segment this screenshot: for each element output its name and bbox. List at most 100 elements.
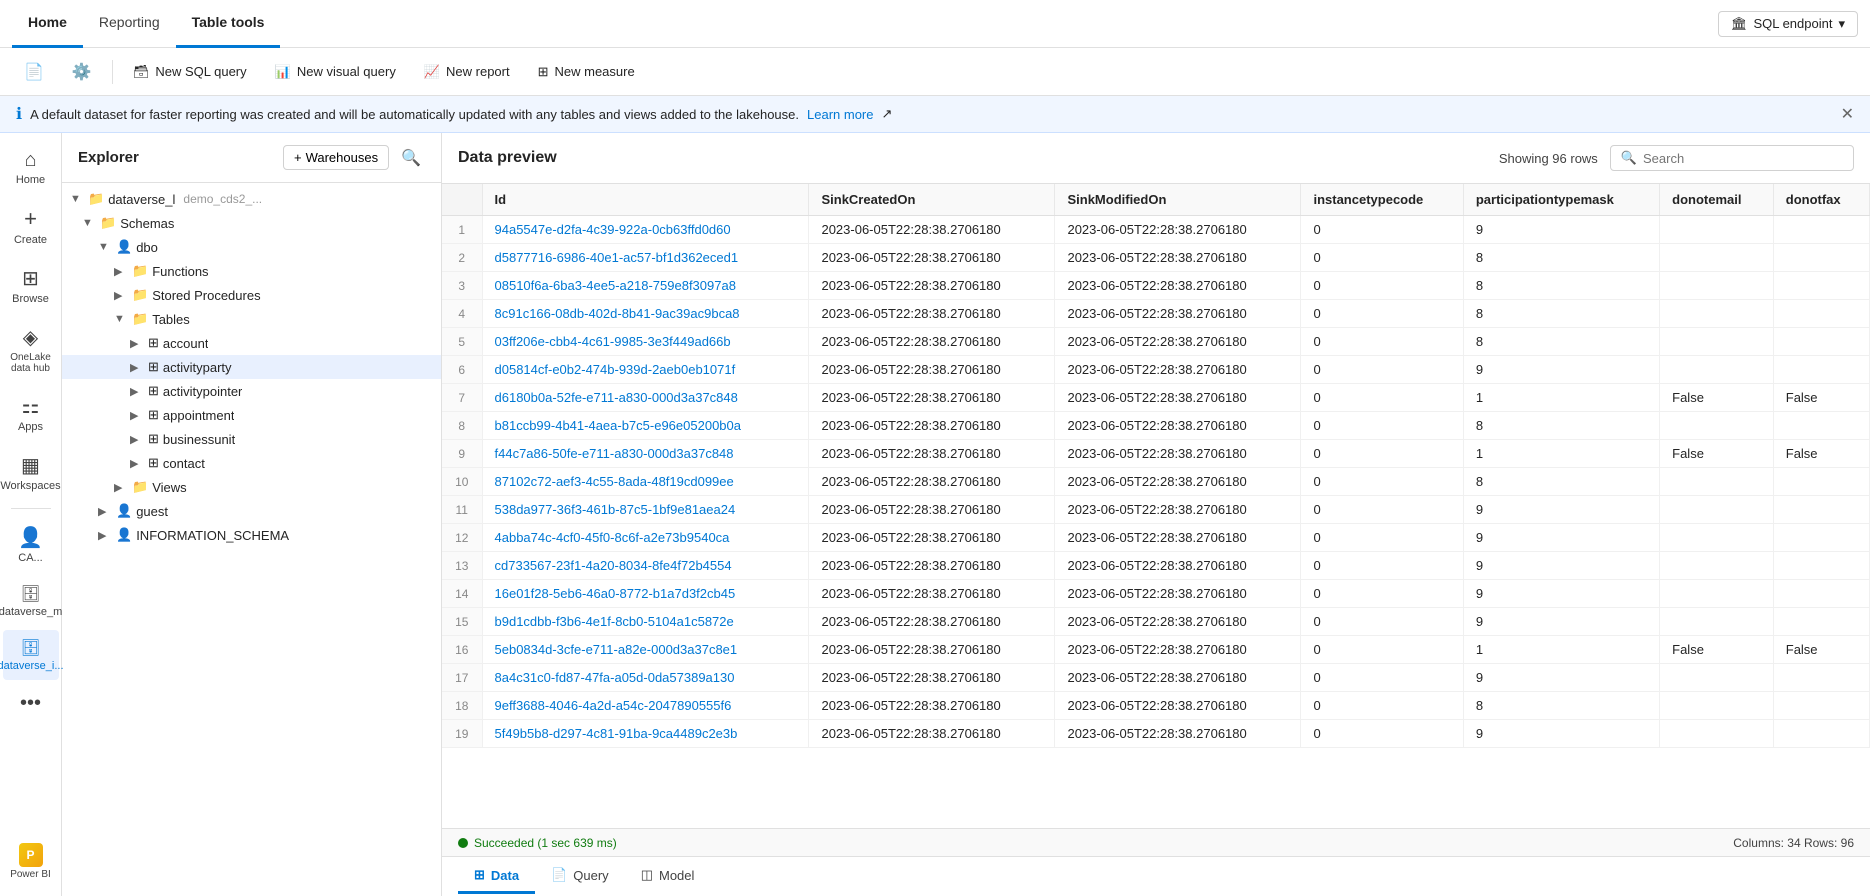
data-table-wrapper[interactable]: Id SinkCreatedOn SinkModifiedOn instance… [442, 184, 1870, 828]
model-tab-label: Model [659, 868, 694, 883]
col-header-instancetypecode[interactable]: instancetypecode [1301, 184, 1463, 216]
cell-participation: 9 [1463, 580, 1659, 608]
cell-instancetype: 0 [1301, 244, 1463, 272]
tree-item-guest[interactable]: ▶ 👤 guest [62, 499, 441, 523]
table-row[interactable]: 8 b81ccb99-4b41-4aea-b7c5-e96e05200b0a 2… [442, 412, 1870, 440]
cell-instancetype: 0 [1301, 524, 1463, 552]
cell-rownum: 3 [442, 272, 482, 300]
sidebar-item-apps[interactable]: ⚏ Apps [3, 386, 59, 441]
table-row[interactable]: 14 16e01f28-5eb6-46a0-8772-b1a7d3f2cb45 … [442, 580, 1870, 608]
search-input[interactable] [1643, 151, 1843, 166]
cell-id: 94a5547e-d2fa-4c39-922a-0cb63ffd0d60 [482, 216, 809, 244]
sidebar-item-workspaces[interactable]: ▦ Workspaces [3, 445, 59, 500]
tab-home[interactable]: Home [12, 0, 83, 48]
sidebar-item-browse[interactable]: ⊞ Browse [3, 258, 59, 313]
folder-icon: 📁 [132, 263, 148, 279]
table-icon: ⊞ [148, 431, 159, 447]
search-icon: 🔍 [1621, 150, 1637, 166]
explorer-search-icon[interactable]: 🔍 [397, 146, 425, 170]
table-row[interactable]: 18 9eff3688-4046-4a2d-a54c-2047890555f6 … [442, 692, 1870, 720]
tree-item-information-schema[interactable]: ▶ 👤 INFORMATION_SCHEMA [62, 523, 441, 547]
table-row[interactable]: 6 d05814cf-e0b2-474b-939d-2aeb0eb1071f 2… [442, 356, 1870, 384]
cell-donotfax [1773, 720, 1869, 748]
table-row[interactable]: 10 87102c72-aef3-4c55-8ada-48f19cd099ee … [442, 468, 1870, 496]
cell-donotemail [1660, 720, 1774, 748]
table-row[interactable]: 9 f44c7a86-50fe-e711-a830-000d3a37c848 2… [442, 440, 1870, 468]
tree-item-appointment[interactable]: ▶ ⊞ appointment [62, 403, 441, 427]
sidebar-item-create[interactable]: + Create [3, 198, 59, 254]
table-icon: ⊞ [148, 455, 159, 471]
table-row[interactable]: 5 03ff206e-cbb4-4c61-9985-3e3f449ad66b 2… [442, 328, 1870, 356]
tree-item-tables[interactable]: ▼ 📁 Tables [62, 307, 441, 331]
cell-participation: 8 [1463, 692, 1659, 720]
tree-item-stored-procedures[interactable]: ▶ 📁 Stored Procedures [62, 283, 441, 307]
table-row[interactable]: 1 94a5547e-d2fa-4c39-922a-0cb63ffd0d60 2… [442, 216, 1870, 244]
sidebar-item-powerbi[interactable]: P Power BI [3, 835, 59, 888]
tree-item-businessunit[interactable]: ▶ ⊞ businessunit [62, 427, 441, 451]
cell-id: d6180b0a-52fe-e711-a830-000d3a37c848 [482, 384, 809, 412]
tree-item-activityparty[interactable]: ▶ ⊞ activityparty [62, 355, 441, 379]
cell-id: 5eb0834d-3cfe-e711-a82e-000d3a37c8e1 [482, 636, 809, 664]
cell-donotfax [1773, 356, 1869, 384]
cell-participation: 9 [1463, 552, 1659, 580]
folder-icon: 📁 [100, 215, 116, 231]
tree-item-contact[interactable]: ▶ ⊞ contact [62, 451, 441, 475]
table-row[interactable]: 17 8a4c31c0-fd87-47fa-a05d-0da57389a130 … [442, 664, 1870, 692]
tree-label2-root: demo_cds2_... [183, 192, 262, 206]
data-preview-header: Data preview Showing 96 rows 🔍 [442, 133, 1870, 184]
sidebar-item-home[interactable]: ⌂ Home [3, 141, 59, 194]
sidebar-item-onelake[interactable]: ◈ OneLake data hub [3, 317, 59, 382]
add-warehouse-button[interactable]: + Warehouses [283, 145, 389, 170]
cell-sinkmodifiedon: 2023-06-05T22:28:38.2706180 [1055, 580, 1301, 608]
cell-id: cd733567-23f1-4a20-8034-8fe4f72b4554 [482, 552, 809, 580]
table-row[interactable]: 16 5eb0834d-3cfe-e711-a82e-000d3a37c8e1 … [442, 636, 1870, 664]
sidebar-item-dataverse-m[interactable]: 🗄 dataverse_m [3, 576, 59, 626]
sidebar-item-dataverse-i[interactable]: 🗄 dataverse_i... [3, 630, 59, 680]
table-row[interactable]: 19 5f49b5b8-d297-4c81-91ba-9ca4489c2e3b … [442, 720, 1870, 748]
file-icon-button[interactable]: 📄 [12, 56, 56, 88]
tree-item-views[interactable]: ▶ 📁 Views [62, 475, 441, 499]
search-box[interactable]: 🔍 [1610, 145, 1854, 171]
tree-label-dbo: dbo [136, 240, 158, 255]
cell-donotemail [1660, 300, 1774, 328]
tree-item-root[interactable]: ▼ 📁 dataverse_l demo_cds2_... [62, 187, 441, 211]
columns-rows-info: Columns: 34 Rows: 96 [1733, 836, 1854, 850]
table-row[interactable]: 7 d6180b0a-52fe-e711-a830-000d3a37c848 2… [442, 384, 1870, 412]
close-icon[interactable]: ✕ [1841, 104, 1854, 124]
cell-id: d05814cf-e0b2-474b-939d-2aeb0eb1071f [482, 356, 809, 384]
col-header-donotemail[interactable]: donotemail [1660, 184, 1774, 216]
table-row[interactable]: 12 4abba74c-4cf0-45f0-8c6f-a2e73b9540ca … [442, 524, 1870, 552]
col-header-donotfax[interactable]: donotfax [1773, 184, 1869, 216]
tree-item-activitypointer[interactable]: ▶ ⊞ activitypointer [62, 379, 441, 403]
settings-icon-button[interactable]: ⚙️ [60, 56, 104, 88]
table-row[interactable]: 4 8c91c166-08db-402d-8b41-9ac39ac9bca8 2… [442, 300, 1870, 328]
sidebar-item-ca[interactable]: 👤 CA... [3, 517, 59, 572]
table-row[interactable]: 2 d5877716-6986-40e1-ac57-bf1d362eced1 2… [442, 244, 1870, 272]
tab-query[interactable]: 📄 Query [535, 859, 625, 894]
new-sql-query-button[interactable]: 🗃 New SQL query [121, 58, 259, 86]
tab-data[interactable]: ⊞ Data [458, 859, 535, 894]
col-header-participationtypemask[interactable]: participationtypemask [1463, 184, 1659, 216]
sql-endpoint-button[interactable]: 🏛 SQL endpoint ▾ [1718, 11, 1858, 37]
col-header-sinkmodifiedon[interactable]: SinkModifiedOn [1055, 184, 1301, 216]
col-header-id[interactable]: Id [482, 184, 809, 216]
new-visual-query-button[interactable]: 📊 New visual query [263, 58, 408, 86]
table-row[interactable]: 3 08510f6a-6ba3-4ee5-a218-759e8f3097a8 2… [442, 272, 1870, 300]
table-row[interactable]: 13 cd733567-23f1-4a20-8034-8fe4f72b4554 … [442, 552, 1870, 580]
table-row[interactable]: 11 538da977-36f3-461b-87c5-1bf9e81aea24 … [442, 496, 1870, 524]
tree-item-schemas[interactable]: ▼ 📁 Schemas [62, 211, 441, 235]
sidebar-item-more[interactable]: ••• [3, 684, 59, 723]
tree-item-account[interactable]: ▶ ⊞ account [62, 331, 441, 355]
col-header-sinkcreatedon[interactable]: SinkCreatedOn [809, 184, 1055, 216]
tree-item-functions[interactable]: ▶ 📁 Functions [62, 259, 441, 283]
tree-item-dbo[interactable]: ▼ 👤 dbo [62, 235, 441, 259]
cell-donotfax [1773, 412, 1869, 440]
sidebar-icons: ⌂ Home + Create ⊞ Browse ◈ OneLake data … [0, 133, 62, 896]
tab-table-tools[interactable]: Table tools [176, 0, 281, 48]
table-row[interactable]: 15 b9d1cdbb-f3b6-4e1f-8cb0-5104a1c5872e … [442, 608, 1870, 636]
tab-model[interactable]: ◫ Model [625, 859, 711, 894]
learn-more-link[interactable]: Learn more [807, 107, 873, 122]
tab-reporting[interactable]: Reporting [83, 0, 176, 48]
new-measure-button[interactable]: ⊞ New measure [526, 58, 647, 86]
new-report-button[interactable]: 📈 New report [412, 58, 522, 86]
